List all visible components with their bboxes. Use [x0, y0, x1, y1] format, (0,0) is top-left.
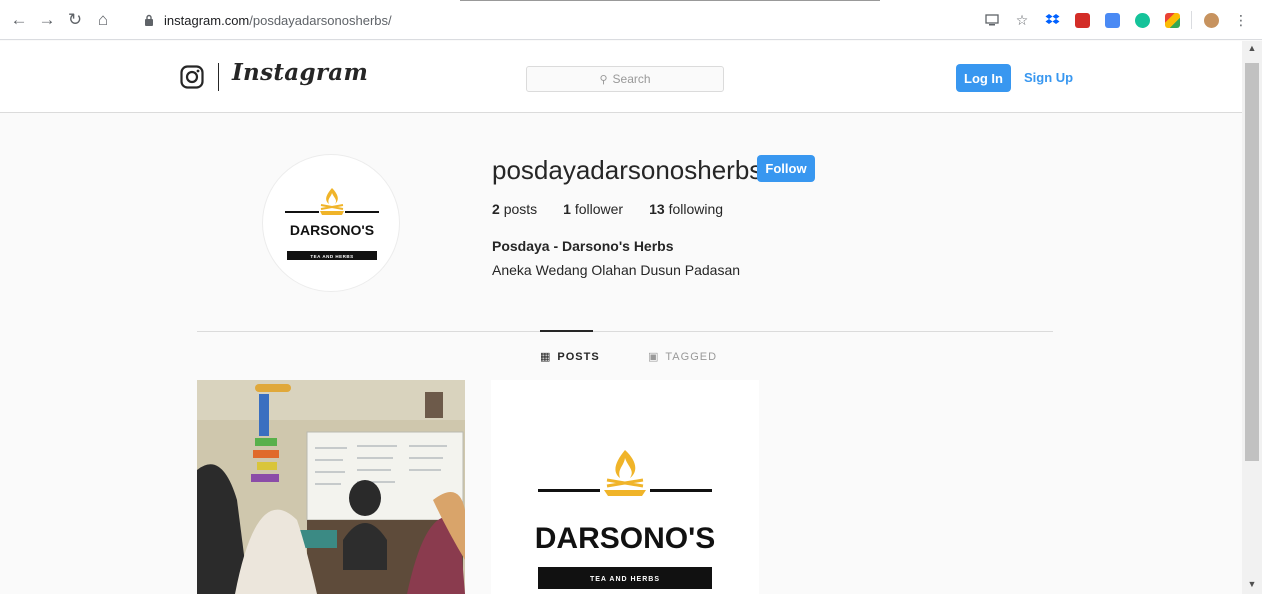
post-thumbnail-logo[interactable]: DARSONO'S TEA AND HERBS: [491, 380, 759, 594]
sign-up-link[interactable]: Sign Up: [1024, 70, 1073, 85]
posts-count: 2 posts: [492, 201, 537, 217]
following-count[interactable]: 13 following: [649, 201, 723, 217]
back-icon[interactable]: ←: [8, 9, 30, 31]
follow-button[interactable]: Follow: [757, 155, 815, 182]
page-scrollbar[interactable]: ▲ ▼: [1242, 41, 1262, 594]
grid-icon: ▦: [540, 351, 552, 363]
log-in-button[interactable]: Log In: [956, 64, 1011, 92]
instagram-glyph-icon[interactable]: [180, 65, 204, 89]
followers-number: 1: [563, 201, 571, 217]
post-logo-title: DARSONO'S: [535, 522, 715, 555]
lock-icon: [140, 11, 158, 29]
reload-icon[interactable]: ↻: [64, 9, 86, 31]
tab-posts-label: POSTS: [557, 350, 600, 363]
star-icon[interactable]: ☆: [1011, 9, 1033, 31]
avatar-flame-icon: [320, 188, 344, 215]
address-bar[interactable]: instagram.com/posdayadarsonosherbs/: [140, 5, 970, 35]
post-thumbnail-classroom[interactable]: [197, 380, 465, 594]
avatar-logo-title: DARSONO'S: [290, 222, 374, 238]
scroll-thumb[interactable]: [1245, 63, 1259, 461]
home-icon[interactable]: ⌂: [92, 9, 114, 31]
posts-label: posts: [503, 201, 538, 217]
profile-avatar[interactable]: DARSONO'S TEA AND HERBS: [262, 154, 400, 292]
posts-number: 2: [492, 201, 500, 217]
instagram-wordmark[interactable]: Instagram: [232, 59, 368, 86]
post-logo-subtitle: TEA AND HERBS: [590, 576, 660, 583]
profile-stats: 2 posts 1 follower 13 following: [492, 201, 749, 217]
avatar-logo-subtitle: TEA AND HERBS: [310, 254, 353, 259]
scroll-up-icon[interactable]: ▲: [1242, 43, 1262, 57]
followers-label: follower: [574, 201, 624, 217]
search-input[interactable]: ⚲ Search: [526, 66, 724, 92]
menu-icon[interactable]: ⋮: [1230, 9, 1252, 31]
scroll-down-icon[interactable]: ▼: [1242, 579, 1262, 593]
grammarly-icon[interactable]: [1131, 9, 1153, 31]
avatar-icon[interactable]: [1200, 9, 1222, 31]
translate-icon[interactable]: [1101, 9, 1123, 31]
dropbox-icon[interactable]: [1041, 9, 1063, 31]
search-icon: ⚲: [599, 73, 608, 86]
tab-posts[interactable]: ▦ POSTS: [540, 350, 600, 364]
lastpass-icon[interactable]: [1071, 9, 1093, 31]
tab-tagged-label: TAGGED: [665, 350, 718, 363]
following-label: following: [668, 201, 724, 217]
profile-full-name: Posdaya - Darsono's Herbs: [492, 238, 674, 254]
following-number: 13: [649, 201, 665, 217]
extension-bar: ☆ ⋮: [973, 9, 1252, 31]
extension-divider: [1191, 11, 1192, 29]
tag-icon: ▣: [648, 351, 660, 363]
url-host: instagram.com: [164, 12, 250, 28]
profile-bio: Aneka Wedang Olahan Dusun Padasan: [492, 262, 741, 278]
instagram-header: Instagram ⚲ Search Log In Sign Up: [0, 41, 1242, 113]
logo-divider: [218, 63, 219, 91]
active-tab-indicator: [540, 330, 593, 332]
toolbar-divider: [460, 0, 880, 1]
tab-tagged[interactable]: ▣ TAGGED: [648, 350, 718, 364]
followers-count[interactable]: 1 follower: [563, 201, 623, 217]
cast-icon[interactable]: [981, 9, 1003, 31]
browser-toolbar: ← → ↻ ⌂ instagram.com/posdayadarsonosher…: [0, 0, 1262, 40]
url-path: /posdayadarsonosherbs/: [249, 12, 392, 28]
tabs-divider: [197, 331, 1053, 332]
forward-icon[interactable]: →: [36, 9, 58, 31]
profile-username: posdayadarsonosherbs: [492, 155, 763, 185]
search-placeholder: Search: [612, 72, 651, 86]
colorful-icon[interactable]: [1161, 9, 1183, 31]
